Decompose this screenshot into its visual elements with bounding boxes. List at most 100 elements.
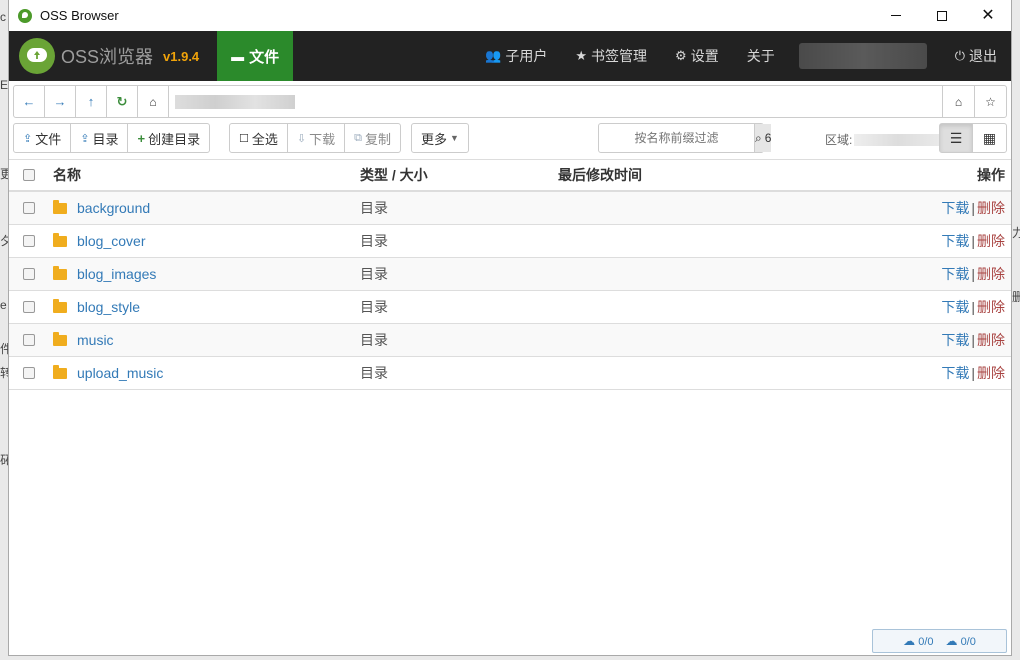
row-checkbox[interactable] (23, 235, 35, 247)
item-type: 目录 (360, 233, 388, 249)
nav-about[interactable]: 关于 (733, 31, 789, 81)
up-button[interactable]: ↑ (76, 86, 107, 117)
logout-button[interactable]: ⏻ 退出 (941, 31, 1011, 81)
folder-icon (53, 365, 67, 379)
folder-open-icon: ▬ (231, 48, 245, 64)
upload-dir-button[interactable]: ⇪ 目录 (71, 124, 129, 152)
file-toolbar: ⇪文件 ⇪目录 +创建目录 ☐全选 ⇩下载 ⧉复制 更多▼ ⌕6 区域: ☰ ▦ (13, 123, 1007, 155)
row-checkbox[interactable] (23, 202, 35, 214)
checkbox-empty-icon: ☐ (239, 132, 249, 145)
view-toggle: ☰ ▦ (939, 123, 1007, 153)
upload-count: 0/0 (918, 636, 934, 648)
table-row[interactable]: blog_cover 目录 下载 | 删除 (9, 225, 1011, 258)
row-download-link[interactable]: 下载 (941, 266, 969, 282)
background-window-fragment: 力 (1012, 226, 1020, 240)
row-delete-link[interactable]: 删除 (977, 365, 1005, 381)
copy-button[interactable]: ⧉ 复制 (345, 124, 400, 152)
more-button[interactable]: 更多 ▼ (412, 124, 468, 152)
folder-name-link[interactable]: upload_music (77, 365, 163, 381)
table-row[interactable]: music 目录 下载 | 删除 (9, 324, 1011, 357)
row-delete-link[interactable]: 删除 (977, 233, 1005, 249)
gear-icon: ⚙ (675, 48, 687, 63)
folder-name-link[interactable]: blog_images (77, 266, 156, 282)
nav-subusers[interactable]: 👥 子用户 (471, 31, 561, 81)
select-all-checkbox[interactable] (23, 169, 35, 181)
row-delete-link[interactable]: 删除 (977, 200, 1005, 216)
close-button[interactable]: ✕ (965, 0, 1011, 31)
more-label: 更多 (421, 131, 448, 147)
title-bar: OSS Browser ✕ (9, 0, 1011, 31)
row-download-link[interactable]: 下载 (941, 332, 969, 348)
grid-view-button[interactable]: ▦ (973, 124, 1006, 152)
create-dir-button[interactable]: + 创建目录 (128, 124, 209, 152)
maximize-icon (937, 10, 947, 21)
plus-icon: + (137, 130, 146, 146)
maximize-button[interactable] (919, 0, 965, 31)
nav-tab-files[interactable]: ▬ 文件 (217, 31, 294, 81)
row-checkbox[interactable] (23, 367, 35, 379)
upload-file-button[interactable]: ⇪ 文件 (14, 124, 72, 152)
folder-name-link[interactable]: music (77, 332, 114, 348)
header-name[interactable]: 名称 (49, 165, 360, 185)
star-outline-icon: ☆ (985, 94, 996, 109)
folder-icon (53, 266, 67, 280)
download-button[interactable]: ⇩ 下载 (288, 124, 346, 152)
op-separator: | (971, 365, 975, 381)
row-delete-link[interactable]: 删除 (977, 332, 1005, 348)
table-row[interactable]: upload_music 目录 下载 | 删除 (9, 357, 1011, 390)
upload-group: ⇪ 文件 ⇪ 目录 + 创建目录 (13, 123, 211, 153)
row-delete-link[interactable]: 删除 (977, 266, 1005, 282)
create-dir-label: 创建目录 (148, 131, 201, 147)
transfer-status[interactable]: ☁ 0/0 ☁ 0/0 (872, 629, 1007, 653)
row-download-link[interactable]: 下载 (941, 233, 969, 249)
address-home-button[interactable]: ⌂ (138, 86, 169, 117)
list-view-button[interactable]: ☰ (940, 124, 973, 152)
filter-input[interactable] (599, 124, 754, 152)
minimize-button[interactable] (873, 0, 919, 31)
home-icon: ⌂ (954, 94, 963, 109)
upload-file-label: 文件 (35, 131, 62, 147)
op-separator: | (971, 200, 975, 216)
nav-bookmarks[interactable]: ★ 书签管理 (561, 31, 661, 81)
cloud-upload-icon: ☁ (903, 634, 916, 648)
top-navbar: OSS浏览器 v1.9.4 ▬ 文件 👥 子用户 ★ 书签管理 ⚙ 设置 关于 (9, 31, 1011, 81)
back-button[interactable]: ← (14, 86, 45, 117)
region-label: 区域: (825, 133, 853, 147)
bookmark-button[interactable]: ☆ (974, 86, 1006, 117)
header-type[interactable]: 类型 / 大小 (360, 165, 558, 185)
row-download-link[interactable]: 下载 (941, 200, 969, 216)
nav-settings[interactable]: ⚙ 设置 (661, 31, 733, 81)
oss-logo-icon (19, 38, 55, 74)
table-row[interactable]: blog_images 目录 下载 | 删除 (9, 258, 1011, 291)
go-home-button[interactable]: ⌂ (942, 86, 974, 117)
filter-search-button[interactable]: ⌕ 6 (754, 124, 772, 152)
upload-status: ☁ 0/0 (903, 634, 933, 648)
header-modified[interactable]: 最后修改时间 (558, 165, 928, 185)
folder-name-link[interactable]: blog_cover (77, 233, 146, 249)
power-icon: ⏻ (954, 48, 965, 63)
caret-down-icon: ▼ (450, 133, 459, 143)
row-download-link[interactable]: 下载 (941, 365, 969, 381)
row-download-link[interactable]: 下载 (941, 299, 969, 315)
row-checkbox[interactable] (23, 301, 35, 313)
folder-name-link[interactable]: blog_style (77, 299, 140, 315)
refresh-button[interactable]: ↻ (107, 86, 138, 117)
row-checkbox[interactable] (23, 334, 35, 346)
folder-name-link[interactable]: background (77, 200, 150, 216)
forward-button[interactable]: → (45, 86, 76, 117)
table-row[interactable]: background 目录 下载 | 删除 (9, 192, 1011, 225)
table-row[interactable]: blog_style 目录 下载 | 删除 (9, 291, 1011, 324)
users-icon: 👥 (485, 48, 502, 63)
version-label: v1.9.4 (163, 48, 200, 64)
item-type: 目录 (360, 266, 388, 282)
row-delete-link[interactable]: 删除 (977, 299, 1005, 315)
address-input[interactable] (169, 86, 942, 117)
select-all-button[interactable]: ☐ 全选 (230, 124, 288, 152)
row-checkbox[interactable] (23, 268, 35, 280)
close-icon: ✕ (981, 6, 995, 24)
account-name-redacted (798, 43, 927, 69)
folder-icon (53, 233, 67, 247)
home-icon: ⌂ (149, 94, 157, 109)
item-type: 目录 (360, 299, 388, 315)
download-count: 0/0 (960, 636, 976, 648)
